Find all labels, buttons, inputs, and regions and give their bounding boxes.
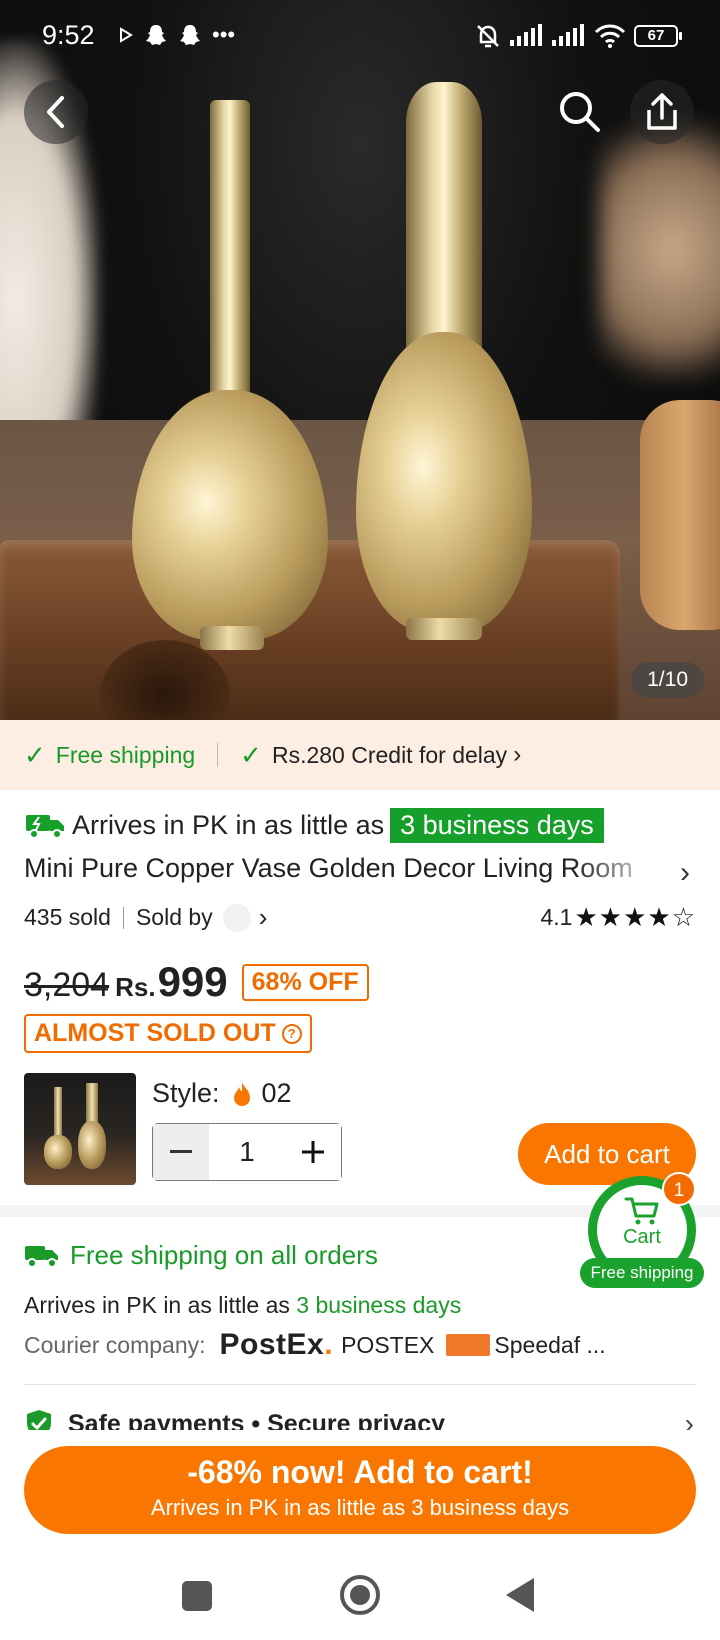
chevron-right-icon[interactable]: › <box>259 902 268 933</box>
fast-delivery-truck-icon <box>26 814 64 839</box>
product-image-gallery[interactable]: 1/10 <box>0 0 720 720</box>
style-selector[interactable]: Style: 02 <box>152 1078 292 1109</box>
free-shipping-all-text: Free shipping on all orders <box>70 1240 378 1270</box>
star-rating-icon: ★★★★☆ <box>574 902 696 932</box>
divider <box>24 1384 696 1385</box>
minus-icon <box>170 1150 192 1153</box>
free-shipping-all-orders: Free shipping on all orders <box>24 1240 378 1271</box>
system-icons: 67 <box>474 22 682 50</box>
increase-button[interactable] <box>285 1124 341 1180</box>
notification-icons: ••• <box>118 22 235 48</box>
arrive-text: Arrives in PK in as little as <box>24 1292 290 1318</box>
plus-icon <box>302 1141 324 1163</box>
check-icon: ✓ <box>24 739 46 770</box>
snapchat-icon <box>180 25 200 45</box>
divider <box>217 743 219 767</box>
chevron-right-icon[interactable]: › <box>680 856 690 890</box>
cart-free-shipping-label: Free shipping <box>580 1258 704 1288</box>
divider <box>122 906 124 929</box>
vase-tall <box>350 82 540 642</box>
speedaf-name: Speedaf ... <box>494 1331 606 1358</box>
almost-sold-out-badge[interactable]: ALMOST SOLD OUT ? <box>24 1014 312 1053</box>
speedaf-logo <box>446 1334 491 1356</box>
share-button[interactable] <box>630 80 694 144</box>
bell-muted-icon <box>477 25 499 48</box>
discount-badge: 68% OFF <box>241 963 369 1001</box>
courier-label: Courier company: <box>24 1331 206 1358</box>
rating-value: 4.1 <box>540 904 573 930</box>
cart-label: Cart <box>623 1226 661 1248</box>
cart-count-badge: 1 <box>662 1172 696 1206</box>
search-icon <box>560 92 600 132</box>
bottom-add-to-cart-button[interactable]: -68% now! Add to cart! Arrives in PK in … <box>24 1446 696 1534</box>
cart-icon <box>624 1197 659 1225</box>
quantity-value[interactable]: 1 <box>209 1136 285 1168</box>
currency-label: Rs. <box>115 972 156 1002</box>
style-thumbnail[interactable] <box>24 1073 136 1185</box>
courier-companies: Courier company: PostEx. POSTEX Speedaf … <box>24 1328 606 1362</box>
style-label: Style: <box>152 1078 220 1108</box>
background-decor <box>600 120 720 380</box>
floating-cart-button[interactable]: Cart Free shipping 1 <box>580 1172 704 1288</box>
current-price: 999 <box>157 958 228 1005</box>
shipping-promo-band[interactable]: ✓ Free shipping ✓ Rs.280 Credit for dela… <box>0 720 720 790</box>
signal-icon <box>510 24 542 46</box>
decrease-button[interactable] <box>153 1124 209 1180</box>
vase-small <box>130 100 330 660</box>
more-notifications-icon: ••• <box>212 22 236 47</box>
postex-name: POSTEX <box>341 1331 435 1358</box>
original-price: 3,204 <box>24 966 110 1004</box>
arrive-days-highlight: 3 business days <box>390 808 604 843</box>
battery-icon: 67 <box>634 25 682 47</box>
arrive-text: Arrives in PK in as little as <box>72 810 385 840</box>
wooden-spool <box>640 400 720 630</box>
wifi-icon <box>594 24 626 48</box>
sold-count: 435 sold <box>24 904 111 930</box>
price-row: 3,204 Rs. 999 68% OFF <box>24 958 369 1006</box>
home-icon[interactable] <box>340 1575 380 1615</box>
arrive-days: 3 business days <box>296 1292 462 1318</box>
delivery-estimate: Arrives in PK in as little as 3 business… <box>24 808 604 843</box>
fire-icon <box>233 1081 250 1106</box>
seller-logo[interactable] <box>222 903 251 932</box>
back-button[interactable] <box>24 80 88 144</box>
signal-icon <box>552 24 584 46</box>
delivery-estimate-2: Arrives in PK in as little as 3 business… <box>24 1292 461 1319</box>
cta-headline: -68% now! Add to cart! <box>187 1454 533 1490</box>
product-title[interactable]: Mini Pure Copper Vase Golden Decor Livin… <box>24 853 664 884</box>
play-store-icon <box>120 27 133 43</box>
quantity-stepper[interactable]: 1 <box>152 1123 342 1181</box>
style-value: 02 <box>261 1078 292 1108</box>
image-counter: 1/10 <box>631 662 704 698</box>
product-rating[interactable]: 4.1 ★★★★☆ <box>540 902 696 933</box>
help-icon[interactable]: ? <box>281 1023 302 1044</box>
chevron-left-icon <box>47 96 64 128</box>
search-button[interactable] <box>548 80 612 144</box>
delivery-truck-icon <box>25 1245 58 1268</box>
free-shipping-text: Free shipping <box>55 741 196 768</box>
snapchat-icon <box>146 25 166 45</box>
product-meta: 435 sold Sold by › <box>24 902 267 933</box>
almost-sold-out-text: ALMOST SOLD OUT <box>34 1019 276 1047</box>
share-icon <box>647 93 677 130</box>
delay-credit-text: Rs.280 Credit for delay <box>271 741 508 768</box>
postex-logo: PostEx. <box>219 1328 334 1361</box>
back-triangle-icon[interactable] <box>506 1578 534 1612</box>
chevron-right-icon: › <box>513 741 522 768</box>
sold-by-label[interactable]: Sold by <box>136 904 213 931</box>
postex-logo-text: PostEx <box>219 1328 325 1361</box>
status-bar: 9:52 ••• 67 <box>0 0 720 76</box>
recent-apps-icon[interactable] <box>182 1581 212 1611</box>
cta-subline: Arrives in PK in as little as 3 business… <box>150 1495 570 1520</box>
check-icon: ✓ <box>240 739 262 770</box>
status-time: 9:52 <box>42 20 95 50</box>
